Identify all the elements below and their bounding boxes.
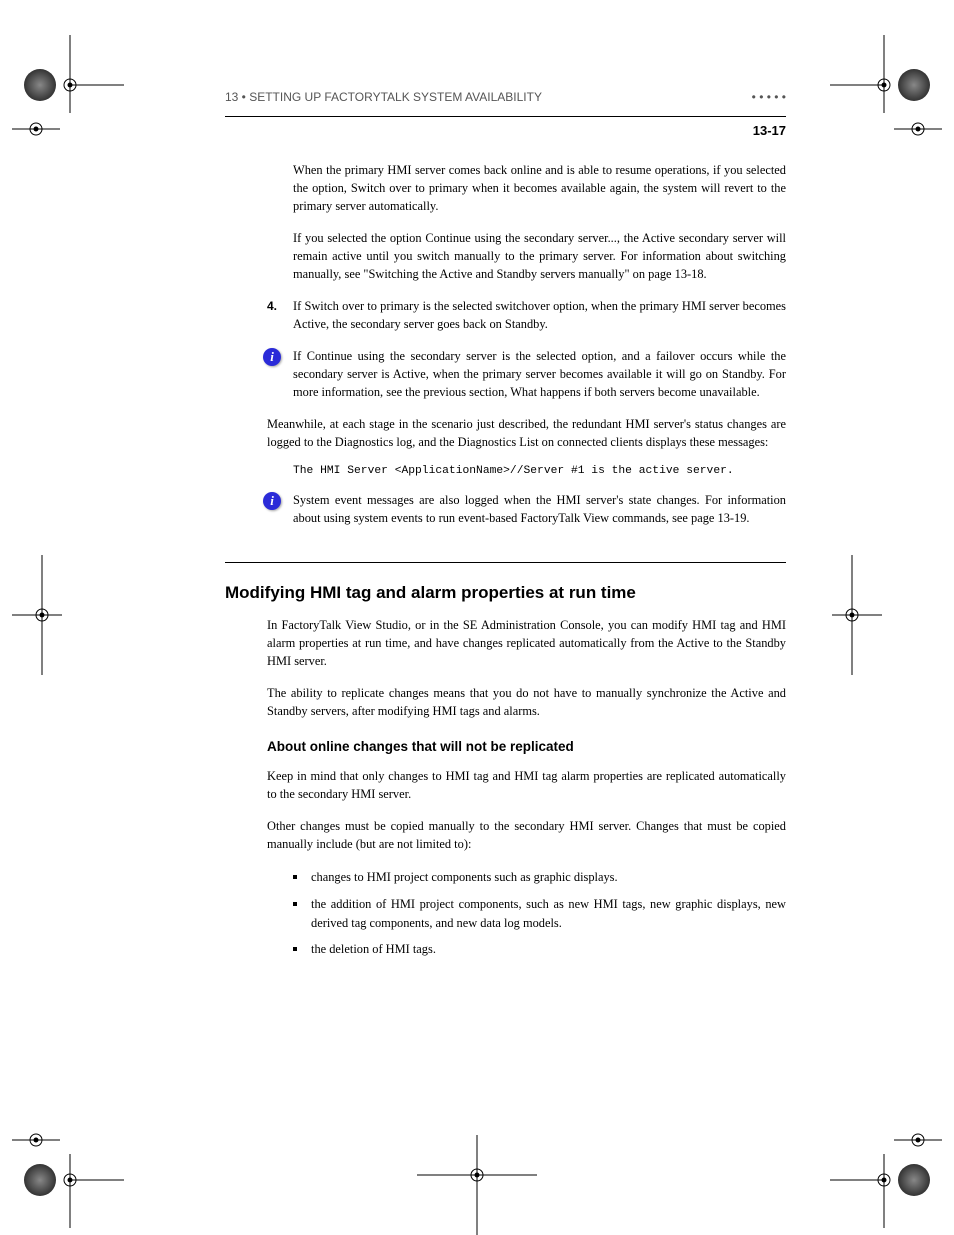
section-number: 13-17 (225, 117, 786, 138)
note-1: i If Continue using the secondary server… (293, 348, 786, 402)
paragraph: When the primary HMI server comes back o… (293, 162, 786, 216)
header-right: • • • • • (752, 90, 786, 104)
info-icon: i (263, 348, 281, 366)
crop-mark-top-right (822, 35, 942, 155)
crop-mark-mid-left (12, 555, 132, 675)
bullet-list: changes to HMI project components such a… (293, 868, 786, 958)
code-sample: The HMI Server <ApplicationName>//Server… (293, 464, 786, 479)
step-4: 4.If Switch over to primary is the selec… (267, 298, 786, 334)
crop-mark-mid-right (822, 555, 942, 675)
crop-mark-top-left (12, 35, 132, 155)
paragraph: In FactoryTalk View Studio, or in the SE… (267, 617, 786, 671)
divider (225, 562, 786, 563)
paragraph: Meanwhile, at each stage in the scenario… (267, 416, 786, 452)
note-text: System event messages are also logged wh… (293, 493, 786, 525)
list-item: the addition of HMI project components, … (293, 895, 786, 932)
step-text: If Switch over to primary is the selecte… (293, 299, 786, 331)
crop-mark-bottom-center (417, 1115, 537, 1235)
page-header: 13 • SETTING UP FACTORYTALK SYSTEM AVAIL… (225, 90, 786, 117)
heading-2: Modifying HMI tag and alarm properties a… (225, 583, 786, 603)
page-content: 13 • SETTING UP FACTORYTALK SYSTEM AVAIL… (225, 90, 786, 967)
heading-3: About online changes that will not be re… (267, 739, 786, 754)
paragraph: Other changes must be copied manually to… (267, 818, 786, 854)
paragraph: If you selected the option Continue usin… (293, 230, 786, 284)
list-item: the deletion of HMI tags. (293, 940, 786, 959)
note-text: If Continue using the secondary server i… (293, 349, 786, 399)
list-item: changes to HMI project components such a… (293, 868, 786, 887)
crop-mark-bottom-left (12, 1108, 132, 1228)
paragraph: Keep in mind that only changes to HMI ta… (267, 768, 786, 804)
note-2: i System event messages are also logged … (293, 492, 786, 528)
step-number: 4. (267, 298, 293, 315)
header-left: 13 • SETTING UP FACTORYTALK SYSTEM AVAIL… (225, 90, 542, 104)
paragraph: The ability to replicate changes means t… (267, 685, 786, 721)
info-icon: i (263, 492, 281, 510)
crop-mark-bottom-right (822, 1108, 942, 1228)
